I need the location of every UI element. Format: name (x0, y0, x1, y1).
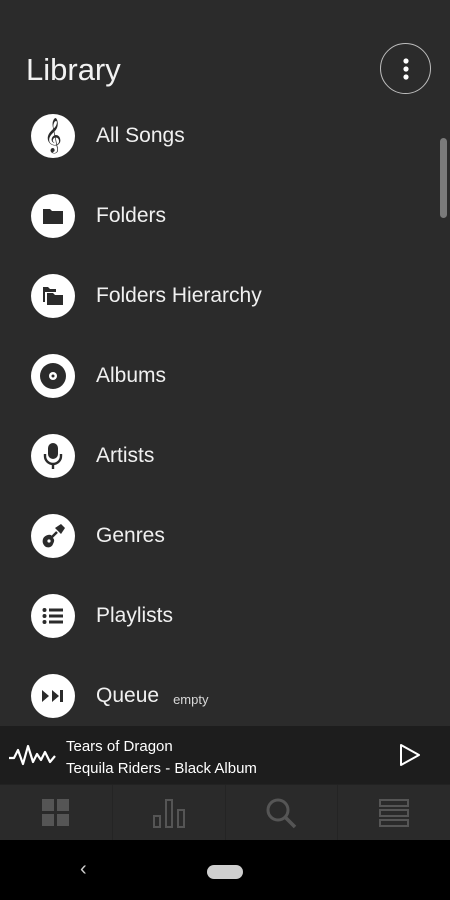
list-item-artists[interactable]: Artists (0, 416, 430, 496)
bar-chart-icon (152, 798, 185, 828)
now-playing-bar[interactable]: Tears of Dragon Tequila Riders - Black A… (0, 726, 450, 784)
list-icon (379, 798, 410, 827)
tab-stats[interactable] (113, 785, 226, 840)
queue-icon (31, 674, 75, 718)
list-item-label: Queue empty (96, 684, 208, 708)
play-icon[interactable] (396, 742, 422, 768)
treble-clef-icon: 𝄞 (31, 114, 75, 158)
list-item-playlists[interactable]: Playlists (0, 576, 430, 656)
tab-search[interactable] (226, 785, 339, 840)
queue-label: Queue (96, 684, 160, 707)
back-chevron-icon[interactable]: ‹ (80, 858, 87, 881)
microphone-icon (31, 434, 75, 478)
bottom-tab-bar (0, 784, 450, 840)
more-options-button[interactable] (380, 43, 431, 94)
grid-icon (41, 798, 69, 826)
list-item-folders-hierarchy[interactable]: Folders Hierarchy (0, 256, 430, 336)
list-item-genres[interactable]: Genres (0, 496, 430, 576)
list-item-label: Genres (96, 524, 165, 547)
list-item-label: Playlists (96, 604, 174, 627)
list-item-label: Folders (96, 204, 167, 227)
folders-hierarchy-icon (31, 274, 75, 318)
guitar-icon (31, 514, 75, 558)
tab-queue[interactable] (338, 785, 450, 840)
list-item-folders[interactable]: Folders (0, 176, 430, 256)
now-playing-title: Tears of Dragon (66, 738, 173, 755)
list-item-label: All Songs (96, 124, 185, 147)
search-icon (266, 798, 297, 828)
system-navigation-bar: ‹ (0, 840, 450, 900)
library-list[interactable]: 𝄞 All Songs Folders Folders Hierarchy Al… (0, 96, 450, 726)
header: Library (0, 40, 450, 100)
folder-icon (31, 194, 75, 238)
page-title: Library (26, 52, 121, 87)
list-item-label: Albums (96, 364, 167, 387)
now-playing-subtitle: Tequila Riders - Black Album (66, 760, 257, 777)
playlist-icon (31, 594, 75, 638)
home-pill[interactable] (207, 865, 243, 879)
list-item-queue[interactable]: Queue empty (0, 656, 430, 726)
album-disc-icon (31, 354, 75, 398)
list-scrollbar[interactable] (440, 138, 447, 218)
tab-library[interactable] (0, 785, 113, 840)
waveform-icon (9, 744, 56, 766)
more-vertical-icon (402, 57, 409, 80)
queue-status-badge: empty (173, 692, 209, 707)
library-screen: Library 𝄞 All Songs Folders Folders Hier… (0, 0, 450, 840)
list-item-label: Folders Hierarchy (96, 284, 262, 307)
list-item-label: Artists (96, 444, 155, 467)
list-item-albums[interactable]: Albums (0, 336, 430, 416)
list-item-all-songs[interactable]: 𝄞 All Songs (0, 96, 430, 176)
